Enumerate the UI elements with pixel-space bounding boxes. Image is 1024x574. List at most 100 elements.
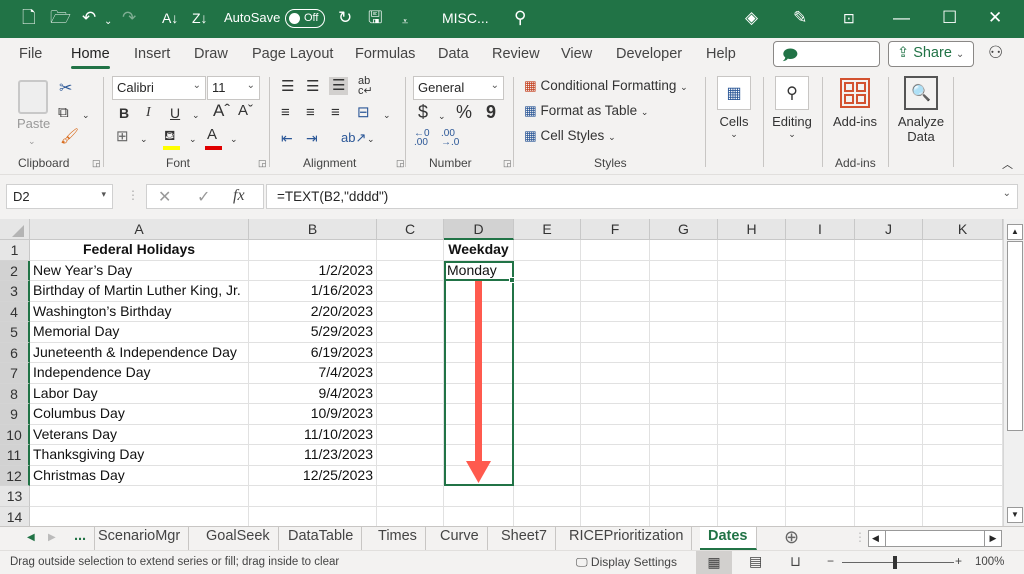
- cell-g7[interactable]: [650, 363, 718, 384]
- cell-g10[interactable]: [650, 424, 718, 445]
- cell-k14[interactable]: [923, 506, 1003, 527]
- cell-g14[interactable]: [650, 506, 718, 527]
- cell-c11[interactable]: [377, 445, 444, 466]
- decrease-font-icon[interactable]: Aˇ: [238, 102, 253, 120]
- cell-c10[interactable]: [377, 424, 444, 445]
- cell-e9[interactable]: [514, 404, 581, 425]
- select-all-corner[interactable]: [0, 219, 30, 240]
- cell-a7[interactable]: Independence Day: [30, 363, 249, 384]
- cell-h5[interactable]: [718, 322, 786, 343]
- cell-g13[interactable]: [650, 486, 718, 507]
- fill-handle[interactable]: [509, 277, 515, 283]
- row-header[interactable]: 14: [0, 506, 30, 527]
- cell-c12[interactable]: [377, 465, 444, 486]
- cell-e11[interactable]: [514, 445, 581, 466]
- cell-b1[interactable]: [249, 240, 377, 261]
- cell-k7[interactable]: [923, 363, 1003, 384]
- cell-k9[interactable]: [923, 404, 1003, 425]
- column-header-h[interactable]: H: [718, 219, 786, 240]
- row-header[interactable]: 2: [0, 260, 30, 281]
- italic-icon[interactable]: I: [146, 104, 151, 122]
- sheet-tab-times[interactable]: Times: [370, 527, 426, 550]
- comma-style-icon[interactable]: 9: [486, 103, 496, 121]
- collapse-ribbon-icon[interactable]: ︿: [1002, 156, 1013, 174]
- cell-h7[interactable]: [718, 363, 786, 384]
- cell-k12[interactable]: [923, 465, 1003, 486]
- row-header[interactable]: 11: [0, 445, 30, 466]
- align-left-icon[interactable]: ≡: [281, 104, 290, 122]
- cells-button[interactable]: ▦ Cells ⌄: [715, 76, 753, 140]
- cell-j13[interactable]: [855, 486, 923, 507]
- cell-k8[interactable]: [923, 383, 1003, 404]
- cell-a6[interactable]: Juneteenth & Independence Day: [30, 342, 249, 363]
- undo-icon[interactable]: ↶: [82, 8, 96, 28]
- cell-d1[interactable]: Weekday: [444, 240, 514, 261]
- row-header[interactable]: 10: [0, 424, 30, 445]
- cell-b8[interactable]: 9/4/2023: [249, 383, 377, 404]
- format-as-table-button[interactable]: ▦ Format as Table ⌄: [524, 102, 648, 121]
- cell-j8[interactable]: [855, 383, 923, 404]
- merge-dropdown-icon[interactable]: ⌄: [383, 106, 391, 124]
- cell-i14[interactable]: [786, 506, 855, 527]
- cell-k10[interactable]: [923, 424, 1003, 445]
- customize-toolbar-icon[interactable]: ⩡: [402, 12, 408, 32]
- underline-dropdown-icon[interactable]: ⌄: [192, 106, 200, 124]
- share-button[interactable]: ⇪ Share ⌄: [888, 41, 974, 67]
- enter-icon[interactable]: ✓: [197, 187, 210, 207]
- vertical-scroll-thumb[interactable]: [1007, 241, 1023, 431]
- sort-descending-icon[interactable]: Z↓: [192, 8, 208, 28]
- cell-c13[interactable]: [377, 486, 444, 507]
- cell-f11[interactable]: [581, 445, 650, 466]
- cell-f9[interactable]: [581, 404, 650, 425]
- cell-h10[interactable]: [718, 424, 786, 445]
- cell-i2[interactable]: [786, 260, 855, 281]
- tab-page-layout[interactable]: Page Layout: [252, 46, 333, 62]
- cell-j7[interactable]: [855, 363, 923, 384]
- cell-f1[interactable]: [581, 240, 650, 261]
- cell-i9[interactable]: [786, 404, 855, 425]
- cell-j10[interactable]: [855, 424, 923, 445]
- currency-dropdown-icon[interactable]: ⌄: [438, 107, 446, 125]
- cell-b13[interactable]: [249, 486, 377, 507]
- open-folder-icon[interactable]: 🗁: [50, 8, 71, 28]
- cell-e4[interactable]: [514, 301, 581, 322]
- cell-a14[interactable]: [30, 506, 249, 527]
- tab-view[interactable]: View: [561, 46, 592, 62]
- cell-i10[interactable]: [786, 424, 855, 445]
- cell-a9[interactable]: Columbus Day: [30, 404, 249, 425]
- cell-e14[interactable]: [514, 506, 581, 527]
- paste-icon[interactable]: [18, 80, 48, 114]
- cell-g12[interactable]: [650, 465, 718, 486]
- cell-g2[interactable]: [650, 260, 718, 281]
- cell-i11[interactable]: [786, 445, 855, 466]
- coauthor-icon[interactable]: ⚇: [988, 43, 1003, 63]
- cell-a8[interactable]: Labor Day: [30, 383, 249, 404]
- page-layout-view-icon[interactable]: ▤: [749, 553, 762, 570]
- copy-icon[interactable]: ⧉: [58, 104, 69, 122]
- expand-formula-icon[interactable]: ⌄: [1003, 188, 1011, 199]
- zoom-level[interactable]: 100%: [975, 556, 1004, 568]
- tab-file[interactable]: File: [19, 46, 42, 62]
- autosave-toggle[interactable]: Off: [285, 9, 325, 28]
- cell-h14[interactable]: [718, 506, 786, 527]
- row-header[interactable]: 1: [0, 240, 30, 261]
- cell-k5[interactable]: [923, 322, 1003, 343]
- cell-c7[interactable]: [377, 363, 444, 384]
- bold-icon[interactable]: B: [119, 104, 129, 122]
- name-box[interactable]: D2 ▾: [6, 184, 113, 209]
- cut-icon[interactable]: ✂: [59, 80, 72, 98]
- row-header[interactable]: 9: [0, 404, 30, 425]
- cell-g6[interactable]: [650, 342, 718, 363]
- cell-f2[interactable]: [581, 260, 650, 281]
- cell-g5[interactable]: [650, 322, 718, 343]
- cell-h3[interactable]: [718, 281, 786, 302]
- sheet-tab-datatable[interactable]: DataTable: [280, 527, 363, 550]
- decrease-indent-icon[interactable]: ⇤: [281, 129, 293, 147]
- cell-k6[interactable]: [923, 342, 1003, 363]
- sheet-tab-riceprioritization[interactable]: RICEPrioritization: [561, 527, 693, 550]
- cell-g4[interactable]: [650, 301, 718, 322]
- cell-h6[interactable]: [718, 342, 786, 363]
- designer-icon[interactable]: ✎: [793, 8, 807, 28]
- cell-e12[interactable]: [514, 465, 581, 486]
- sheet-tab-dates[interactable]: Dates: [700, 527, 757, 550]
